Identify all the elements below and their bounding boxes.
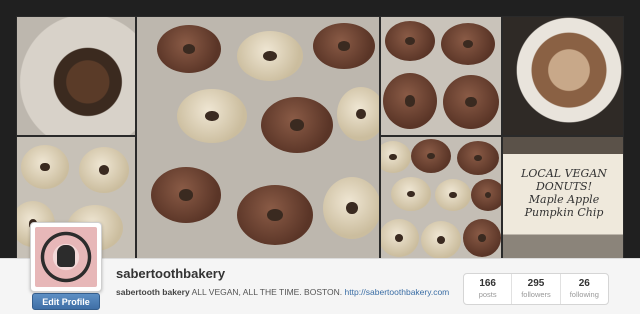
- bio-name: sabertooth bakery: [116, 287, 190, 297]
- sign-text: LOCAL VEGAN DONUTS! Maple Apple Pumpkin …: [521, 167, 607, 219]
- stat-posts[interactable]: 166 posts: [464, 274, 513, 304]
- skull-logo-icon: [57, 245, 75, 267]
- donut: [151, 167, 221, 223]
- donut: [381, 141, 411, 173]
- donut: [391, 177, 431, 211]
- profile-username: sabertoothbakery: [116, 266, 226, 281]
- photo-tile-cupcakes[interactable]: [16, 16, 136, 136]
- donut: [237, 31, 303, 81]
- donut: [261, 97, 333, 153]
- donut: [79, 147, 129, 193]
- photo-tile-latte[interactable]: [502, 16, 624, 136]
- edit-profile-button[interactable]: Edit Profile: [32, 293, 100, 310]
- donut: [471, 179, 501, 211]
- profile-bio: sabertooth bakery ALL VEGAN, ALL THE TIM…: [116, 287, 449, 297]
- donut: [381, 219, 419, 257]
- stat-label: followers: [521, 290, 551, 299]
- donut: [337, 87, 379, 141]
- stat-value: 295: [527, 278, 545, 289]
- bio-text: ALL VEGAN, ALL THE TIME. BOSTON.: [191, 287, 343, 297]
- stat-value: 26: [578, 278, 590, 289]
- donut: [177, 89, 247, 143]
- donut: [383, 73, 437, 129]
- stat-value: 166: [479, 278, 496, 289]
- photo-tile-donuts-mixed[interactable]: [380, 136, 502, 260]
- photo-tile-sign[interactable]: LOCAL VEGAN DONUTS! Maple Apple Pumpkin …: [502, 136, 624, 260]
- donut: [441, 23, 495, 65]
- donut: [323, 177, 379, 239]
- stat-followers[interactable]: 295 followers: [512, 274, 561, 304]
- donut: [435, 179, 471, 211]
- profile-avatar-frame[interactable]: [30, 222, 102, 292]
- photo-tile-donuts-tray[interactable]: [380, 16, 502, 136]
- donut: [421, 221, 461, 259]
- stat-label: following: [569, 290, 599, 299]
- avatar: [35, 227, 97, 287]
- donut: [313, 23, 375, 69]
- profile-stats: 166 posts 295 followers 26 following: [463, 273, 609, 305]
- donut: [443, 75, 499, 129]
- donut: [463, 219, 501, 257]
- profile-page: LOCAL VEGAN DONUTS! Maple Apple Pumpkin …: [0, 0, 640, 314]
- bio-link[interactable]: http://sabertoothbakery.com: [345, 287, 450, 297]
- donut: [457, 141, 499, 175]
- donut: [237, 185, 313, 245]
- donut: [21, 145, 69, 189]
- donut: [157, 25, 221, 73]
- stat-following[interactable]: 26 following: [561, 274, 608, 304]
- stat-label: posts: [478, 290, 497, 299]
- donut: [385, 21, 435, 61]
- donut: [411, 139, 451, 173]
- photo-banner: LOCAL VEGAN DONUTS! Maple Apple Pumpkin …: [16, 16, 624, 260]
- photo-tile-donuts-large[interactable]: [136, 16, 380, 260]
